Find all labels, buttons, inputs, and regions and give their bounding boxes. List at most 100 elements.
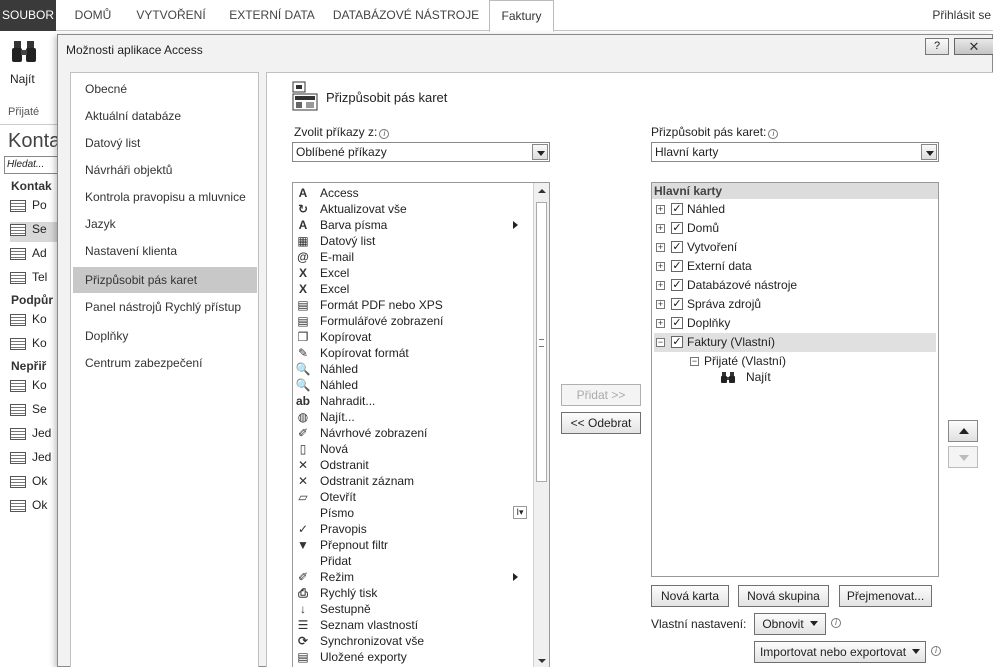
nav-group-header[interactable]: Nepřiř (11, 359, 46, 373)
command-item[interactable]: Přidat (293, 553, 533, 569)
category-customize-ribbon[interactable]: Přizpůsobit pás karet (73, 267, 257, 293)
tree-tab-item[interactable]: − ✓ Faktury (Vlastní) (654, 333, 936, 352)
command-item[interactable]: ✎ Kopírovat formát (293, 345, 533, 361)
command-item[interactable]: ▦ Datový list (293, 233, 533, 249)
command-item[interactable]: ✐ Režim (293, 569, 533, 585)
nav-object[interactable]: Tel (10, 270, 60, 290)
checkbox[interactable]: ✓ (671, 241, 683, 253)
category-language[interactable]: Jazyk (73, 211, 257, 237)
checkbox[interactable]: ✓ (671, 279, 683, 291)
command-item[interactable]: ↻ Aktualizovat vše (293, 201, 533, 217)
command-item[interactable]: X Excel (293, 281, 533, 297)
nav-object[interactable]: Jed (10, 426, 60, 446)
binoculars-icon[interactable] (10, 37, 38, 65)
collapse-icon[interactable]: − (690, 357, 699, 366)
category-datasheet[interactable]: Datový list (73, 130, 257, 156)
collapse-icon[interactable]: − (656, 338, 665, 347)
command-item[interactable]: ✕ Odstranit (293, 457, 533, 473)
command-item[interactable]: ◍ Najít... (293, 409, 533, 425)
command-item[interactable]: A Barva písma (293, 217, 533, 233)
command-item[interactable]: ☰ Seznam vlastností (293, 617, 533, 633)
help-button[interactable]: ? (925, 38, 949, 55)
checkbox[interactable]: ✓ (671, 317, 683, 329)
tree-tab-item[interactable]: + ✓ Správa zdrojů (654, 295, 936, 314)
tab-database-tools[interactable]: DATABÁZOVÉ NÁSTROJE (330, 0, 482, 31)
expand-icon[interactable]: + (656, 262, 665, 271)
nav-object[interactable]: Jed (10, 450, 60, 470)
tree-tab-item[interactable]: + ✓ Domů (654, 219, 936, 238)
nav-object[interactable]: Se (10, 222, 60, 242)
expand-icon[interactable]: + (656, 224, 665, 233)
category-client-settings[interactable]: Nastavení klienta (73, 238, 257, 264)
nav-object[interactable]: Ad (10, 246, 60, 266)
add-button[interactable]: Přidat >> (561, 384, 641, 406)
tree-tab-item[interactable]: + ✓ Externí data (654, 257, 936, 276)
command-item[interactable]: X Excel (293, 265, 533, 281)
checkbox[interactable]: ✓ (671, 298, 683, 310)
nav-search-input[interactable]: Hledat... (4, 156, 60, 174)
category-general[interactable]: Obecné (73, 76, 257, 102)
nav-group-header[interactable]: Podpůr (11, 293, 53, 307)
tree-tab-item[interactable]: + ✓ Doplňky (654, 314, 936, 333)
tree-tab-item[interactable]: + ✓ Vytvoření (654, 238, 936, 257)
checkbox[interactable]: ✓ (671, 222, 683, 234)
command-item[interactable]: ✓ Pravopis (293, 521, 533, 537)
reset-dropdown-button[interactable]: Obnovit (754, 613, 826, 635)
chevron-down-icon[interactable] (532, 144, 548, 160)
import-export-dropdown-button[interactable]: Importovat nebo exportovat (754, 641, 926, 663)
category-current-database[interactable]: Aktuální databáze (73, 103, 257, 129)
command-item[interactable]: ❐ Kopírovat (293, 329, 533, 345)
scroll-up-icon[interactable] (534, 183, 549, 199)
nav-object[interactable]: Se (10, 402, 60, 422)
command-item[interactable]: ▤ Formát PDF nebo XPS (293, 297, 533, 313)
find-button-label[interactable]: Najít (10, 72, 35, 86)
move-up-button[interactable] (948, 420, 978, 442)
tab-file[interactable]: SOUBOR (0, 0, 56, 31)
tree-tab-item[interactable]: + ✓ Náhled (654, 200, 936, 219)
expand-icon[interactable]: + (656, 319, 665, 328)
expand-icon[interactable]: + (656, 281, 665, 290)
sign-in-link[interactable]: Přihlásit se (932, 0, 991, 31)
command-item[interactable]: ⎙ Rychlý tisk (293, 585, 533, 601)
expand-icon[interactable]: + (656, 300, 665, 309)
commands-listbox[interactable]: A Access ↻ Aktualizovat vše A Barva písma ▦ Dat… (292, 182, 550, 667)
scroll-thumb[interactable] (536, 202, 547, 482)
command-item[interactable]: ▱ Otevřít (293, 489, 533, 505)
command-item[interactable]: 🔍 Náhled (293, 361, 533, 377)
rename-button[interactable]: Přejmenovat... (839, 585, 932, 607)
command-item[interactable]: Písmo I▾ (293, 505, 533, 521)
command-item[interactable]: ⟳ Synchronizovat vše (293, 633, 533, 649)
ribbon-tree[interactable]: Hlavní karty + ✓ Náhled + ✓ Domů + ✓ Vytvoření + ✓… (651, 182, 939, 577)
move-down-button[interactable] (948, 446, 978, 468)
commands-scrollbar[interactable] (533, 183, 549, 667)
nav-object[interactable]: Ko (10, 378, 60, 398)
close-button[interactable]: ✕ (954, 38, 993, 55)
nav-object[interactable]: Ok (10, 498, 60, 518)
tree-tab-item[interactable]: + ✓ Databázové nástroje (654, 276, 936, 295)
expand-icon[interactable]: + (656, 205, 665, 214)
command-item[interactable]: ✐ Návrhové zobrazení (293, 425, 533, 441)
nav-object[interactable]: Ok (10, 474, 60, 494)
tab-external-data[interactable]: EXTERNÍ DATA (222, 0, 322, 31)
checkbox[interactable]: ✓ (671, 203, 683, 215)
category-trust-center[interactable]: Centrum zabezpečení (73, 350, 257, 376)
command-item[interactable]: ▯ Nová (293, 441, 533, 457)
nav-group-header[interactable]: Kontak (11, 179, 52, 193)
new-group-button[interactable]: Nová skupina (738, 585, 829, 607)
command-item[interactable]: @ E-mail (293, 249, 533, 265)
category-quick-access-toolbar[interactable]: Panel nástrojů Rychlý přístup (73, 294, 257, 320)
tab-home[interactable]: DOMŮ (62, 0, 124, 31)
category-add-ins[interactable]: Doplňky (73, 323, 257, 349)
command-item[interactable]: ▤ Formulářové zobrazení (293, 313, 533, 329)
new-tab-button[interactable]: Nová karta (651, 585, 729, 607)
nav-object[interactable]: Ko (10, 336, 60, 356)
checkbox[interactable]: ✓ (671, 336, 683, 348)
checkbox[interactable]: ✓ (671, 260, 683, 272)
category-proofing[interactable]: Kontrola pravopisu a mluvnice (73, 184, 257, 210)
expand-icon[interactable]: + (656, 243, 665, 252)
category-object-designers[interactable]: Návrháři objektů (73, 157, 257, 183)
chevron-down-icon[interactable] (921, 144, 937, 160)
tab-create[interactable]: VYTVOŘENÍ (130, 0, 212, 31)
remove-button[interactable]: << Odebrat (561, 412, 641, 434)
command-item[interactable]: ▼ Přepnout filtr (293, 537, 533, 553)
